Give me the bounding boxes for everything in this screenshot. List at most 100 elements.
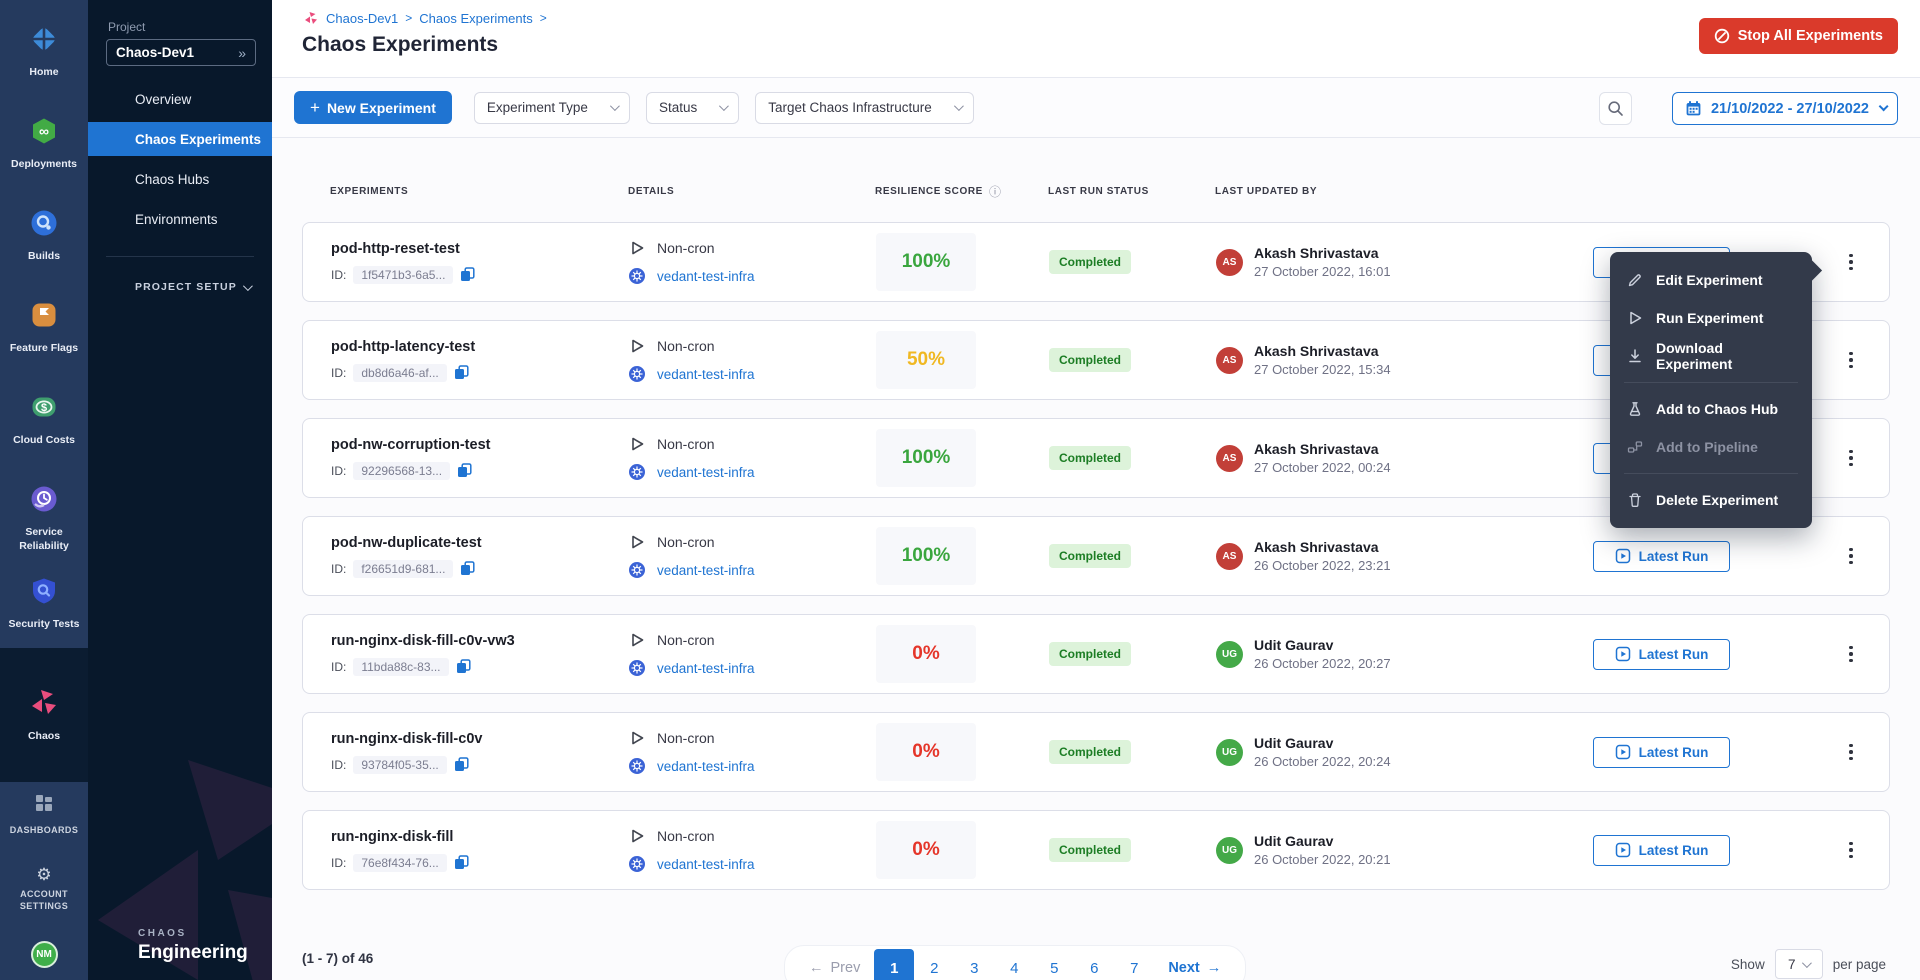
feature-flags-icon xyxy=(29,300,59,335)
cloud-costs-icon: $ xyxy=(29,392,59,427)
table-row[interactable]: run-nginx-disk-fill-c0v ID: 93784f05-35.… xyxy=(302,712,1890,792)
table-row[interactable]: pod-nw-duplicate-test ID: f26651d9-681..… xyxy=(302,516,1890,596)
copy-icon[interactable] xyxy=(454,365,469,380)
kubernetes-icon xyxy=(629,660,645,676)
kubernetes-icon xyxy=(629,856,645,872)
menu-run-experiment[interactable]: Run Experiment xyxy=(1610,299,1812,337)
info-icon[interactable]: ⓘ xyxy=(989,183,1002,200)
id-label: ID: xyxy=(331,366,346,380)
status-badge: Completed xyxy=(1049,544,1131,568)
target-infrastructure-filter[interactable]: Target Chaos Infrastructure xyxy=(755,92,974,124)
menu-add-to-chaos-hub[interactable]: Add to Chaos Hub xyxy=(1610,390,1812,428)
kebab-menu-icon[interactable] xyxy=(1841,542,1861,570)
page-button-1[interactable]: 1 xyxy=(874,949,914,980)
page-button-5[interactable]: 5 xyxy=(1034,949,1074,980)
updated-by-name: Udit Gaurav xyxy=(1254,833,1391,849)
infrastructure-link[interactable]: vedant-test-infra xyxy=(657,367,755,382)
copy-icon[interactable] xyxy=(454,757,469,772)
user-avatar: UG xyxy=(1216,739,1243,766)
table-row[interactable]: run-nginx-disk-fill-c0v-vw3 ID: 11bda88c… xyxy=(302,614,1890,694)
sidebar-item-security-tests[interactable]: Security Tests xyxy=(0,556,88,648)
infrastructure-link[interactable]: vedant-test-infra xyxy=(657,857,755,872)
page-button-7[interactable]: 7 xyxy=(1114,949,1154,980)
run-view-icon xyxy=(1615,842,1631,858)
project-selector[interactable]: Chaos-Dev1 » xyxy=(106,39,256,66)
status-filter[interactable]: Status xyxy=(646,92,739,124)
sidebar-item-cloud-costs[interactable]: $ Cloud Costs xyxy=(0,372,88,464)
prev-page-button[interactable]: ← Prev xyxy=(795,960,874,976)
page-button-3[interactable]: 3 xyxy=(954,949,994,980)
sidebar-item-service-reliability[interactable]: Service Reliability xyxy=(0,464,88,556)
new-experiment-button[interactable]: + New Experiment xyxy=(294,91,452,124)
page-button-6[interactable]: 6 xyxy=(1074,949,1114,980)
kebab-menu-icon[interactable] xyxy=(1841,444,1861,472)
stop-all-experiments-button[interactable]: Stop All Experiments xyxy=(1699,18,1898,54)
nav-item-chaos-hubs[interactable]: Chaos Hubs xyxy=(88,162,272,196)
latest-run-button[interactable]: Latest Run xyxy=(1593,737,1730,768)
sidebar-item-chaos[interactable]: Chaos xyxy=(0,648,88,782)
latest-run-button[interactable]: Latest Run xyxy=(1593,639,1730,670)
latest-run-button[interactable]: Latest Run xyxy=(1593,541,1730,572)
infrastructure-link[interactable]: vedant-test-infra xyxy=(657,661,755,676)
experiment-type-filter[interactable]: Experiment Type xyxy=(474,92,630,124)
infrastructure-link[interactable]: vedant-test-infra xyxy=(657,269,755,284)
latest-run-button[interactable]: Latest Run xyxy=(1593,835,1730,866)
experiment-id: 1f5471b3-6a5... xyxy=(353,266,453,284)
infrastructure-link[interactable]: vedant-test-infra xyxy=(657,563,755,578)
sidebar-item-dashboards[interactable]: DASHBOARDS xyxy=(0,782,88,856)
copy-icon[interactable] xyxy=(460,267,475,282)
infrastructure-link[interactable]: vedant-test-infra xyxy=(657,759,755,774)
next-page-button[interactable]: Next → xyxy=(1154,960,1235,976)
experiment-name[interactable]: pod-nw-duplicate-test xyxy=(331,535,629,551)
menu-download-experiment[interactable]: Download Experiment xyxy=(1610,337,1812,375)
experiment-name[interactable]: run-nginx-disk-fill xyxy=(331,829,629,845)
run-view-icon xyxy=(1615,646,1631,662)
experiment-name[interactable]: run-nginx-disk-fill-c0v-vw3 xyxy=(331,633,629,649)
experiment-name[interactable]: pod-http-latency-test xyxy=(331,339,629,355)
breadcrumb-link-project[interactable]: Chaos-Dev1 xyxy=(326,11,398,26)
column-last-run-status: LAST RUN STATUS xyxy=(1048,183,1215,200)
experiment-name[interactable]: run-nginx-disk-fill-c0v xyxy=(331,731,629,747)
id-label: ID: xyxy=(331,464,346,478)
table-row[interactable]: run-nginx-disk-fill ID: 76e8f434-76... N… xyxy=(302,810,1890,890)
user-avatar: UG xyxy=(1216,837,1243,864)
experiment-name[interactable]: pod-nw-corruption-test xyxy=(331,437,629,453)
menu-delete-experiment[interactable]: Delete Experiment xyxy=(1610,481,1812,519)
kebab-menu-icon[interactable] xyxy=(1841,640,1861,668)
kebab-menu-icon[interactable] xyxy=(1841,346,1861,374)
breadcrumb-link-experiments[interactable]: Chaos Experiments xyxy=(419,11,532,26)
copy-icon[interactable] xyxy=(457,463,472,478)
nav-item-overview[interactable]: Overview xyxy=(88,82,272,116)
chevron-down-icon xyxy=(610,101,620,111)
page-button-4[interactable]: 4 xyxy=(994,949,1034,980)
status-badge: Completed xyxy=(1049,740,1131,764)
kebab-menu-icon[interactable] xyxy=(1841,738,1861,766)
copy-icon[interactable] xyxy=(460,561,475,576)
copy-icon[interactable] xyxy=(454,855,469,870)
per-page-select[interactable]: 7 xyxy=(1775,949,1823,979)
per-page-control: Show 7 per page xyxy=(1731,949,1886,979)
kebab-menu-icon[interactable] xyxy=(1841,248,1861,276)
project-label: Project xyxy=(108,20,272,34)
date-range-picker[interactable]: 21/10/2022 - 27/10/2022 xyxy=(1672,92,1898,125)
sidebar-item-feature-flags[interactable]: Feature Flags xyxy=(0,280,88,372)
user-avatar[interactable]: NM xyxy=(31,941,58,968)
page-button-2[interactable]: 2 xyxy=(914,949,954,980)
menu-edit-experiment[interactable]: Edit Experiment xyxy=(1610,261,1812,299)
kebab-menu-icon[interactable] xyxy=(1841,836,1861,864)
kubernetes-icon xyxy=(629,562,645,578)
nav-item-chaos-experiments[interactable]: Chaos Experiments xyxy=(88,122,272,156)
nav-item-environments[interactable]: Environments xyxy=(88,202,272,236)
sidebar-item-deployments[interactable]: ∞ Deployments xyxy=(0,96,88,188)
experiment-name[interactable]: pod-http-reset-test xyxy=(331,241,629,257)
infrastructure-link[interactable]: vedant-test-infra xyxy=(657,465,755,480)
stop-icon xyxy=(1714,28,1730,44)
sidebar-item-account-settings[interactable]: ⚙ ACCOUNT SETTINGS xyxy=(0,856,88,930)
search-button[interactable] xyxy=(1599,92,1632,125)
sidebar-item-builds[interactable]: Builds xyxy=(0,188,88,280)
expand-icon[interactable]: » xyxy=(238,45,246,61)
module-sidebar: Home ∞ Deployments Builds Feature Flags … xyxy=(0,0,88,980)
copy-icon[interactable] xyxy=(456,659,471,674)
sidebar-item-home[interactable]: Home xyxy=(0,4,88,96)
project-setup-toggle[interactable]: PROJECT SETUP xyxy=(135,281,250,293)
